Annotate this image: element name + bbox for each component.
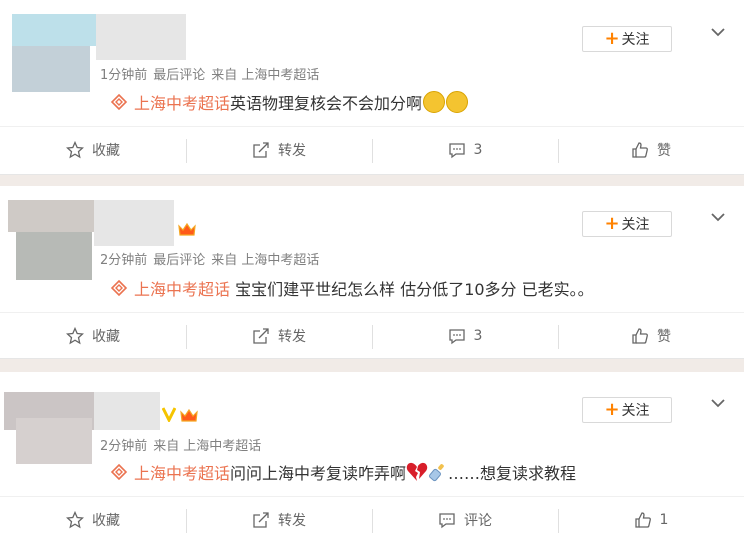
avatar[interactable] (8, 200, 96, 232)
last-comment-label: 最后评论 (153, 253, 206, 268)
post-text: 上海中考超话 英语物理复核会不会加分啊 (110, 90, 469, 114)
follow-button[interactable]: + 关注 (582, 26, 672, 52)
post-card: + 关注 1分钟前 最后评论 来自 上海中考超话 上海中考超话 英语物理复核会不会加分… (0, 0, 744, 175)
plus-icon: + (604, 399, 620, 420)
comment-button[interactable]: 3 (372, 127, 558, 173)
crying-face-icon (423, 91, 446, 113)
star-icon (66, 141, 84, 159)
post-source[interactable]: 上海中考超话 (183, 439, 261, 454)
topic-link[interactable]: 上海中考超话 (110, 276, 230, 300)
chevron-down-icon[interactable] (710, 24, 726, 40)
topic-link[interactable]: 上海中考超话 (110, 460, 230, 484)
like-button[interactable]: 赞 (558, 313, 744, 359)
vip-crown-icon[interactable] (178, 222, 196, 242)
action-bar: 收藏 转发 3 赞 (0, 126, 744, 173)
thumbs-up-icon (632, 142, 648, 158)
star-icon (66, 511, 84, 529)
post-card: + 关注 2分钟前 来自 上海中考超话 上海中考超话 问问上海中考复读咋弄啊 ……想… (0, 372, 744, 550)
repost-button[interactable]: 转发 (186, 127, 372, 173)
last-comment-label: 最后评论 (153, 68, 206, 83)
post-meta: 2分钟前 来自 上海中考超话 (100, 439, 262, 454)
thumbs-up-icon (632, 328, 648, 344)
repost-button[interactable]: 转发 (186, 313, 372, 359)
post-card: + 关注 2分钟前 最后评论 来自 上海中考超话 上海中考超话 宝宝们建平世纪怎么样 … (0, 186, 744, 359)
chevron-down-icon[interactable] (710, 395, 726, 411)
favorite-button[interactable]: 收藏 (0, 313, 186, 359)
thumbs-up-icon (634, 512, 651, 528)
username[interactable] (94, 200, 174, 246)
like-button[interactable]: 1 (558, 497, 744, 543)
repost-icon (253, 328, 269, 344)
post-text: 上海中考超话 宝宝们建平世纪怎么样 估分低了10多分 已老实。。 (110, 276, 594, 300)
username[interactable] (94, 392, 160, 430)
post-meta: 2分钟前 最后评论 来自 上海中考超话 (100, 253, 320, 268)
avatar[interactable] (16, 418, 92, 464)
vip-crown-icon[interactable] (180, 408, 198, 428)
action-bar: 收藏 转发 评论 1 (0, 496, 744, 543)
star-icon (66, 327, 84, 345)
avatar[interactable] (16, 232, 92, 280)
avatar[interactable] (12, 46, 90, 92)
post-time[interactable]: 2分钟前 (100, 253, 147, 268)
broken-heart-icon (406, 462, 428, 481)
crying-face-icon (446, 91, 469, 113)
post-source[interactable]: 上海中考超话 (241, 68, 319, 83)
plus-icon: + (604, 28, 620, 49)
follow-button[interactable]: + 关注 (582, 211, 672, 237)
post-time[interactable]: 2分钟前 (100, 439, 147, 454)
comment-button[interactable]: 评论 (372, 497, 558, 543)
verified-v-icon[interactable] (161, 406, 177, 426)
post-source[interactable]: 上海中考超话 (241, 253, 319, 268)
username[interactable] (96, 14, 186, 60)
super-topic-icon (110, 279, 128, 297)
comment-icon (439, 513, 455, 529)
plus-icon: + (604, 213, 620, 234)
comment-icon (448, 143, 465, 159)
favorite-button[interactable]: 收藏 (0, 497, 186, 543)
repost-icon (253, 512, 269, 528)
baby-bottle-icon (429, 464, 444, 482)
repost-icon (253, 142, 269, 158)
super-topic-icon (110, 463, 128, 481)
comment-button[interactable]: 3 (372, 313, 558, 359)
topic-link[interactable]: 上海中考超话 (110, 90, 230, 114)
action-bar: 收藏 转发 3 赞 (0, 312, 744, 359)
post-time[interactable]: 1分钟前 (100, 68, 147, 83)
favorite-button[interactable]: 收藏 (0, 127, 186, 173)
super-topic-icon (110, 93, 128, 111)
comment-icon (448, 329, 465, 345)
post-text: 上海中考超话 问问上海中考复读咋弄啊 ……想复读求教程 (110, 460, 576, 484)
repost-button[interactable]: 转发 (186, 497, 372, 543)
avatar[interactable] (12, 14, 96, 46)
like-button[interactable]: 赞 (558, 127, 744, 173)
chevron-down-icon[interactable] (710, 209, 726, 225)
post-meta: 1分钟前 最后评论 来自 上海中考超话 (100, 68, 320, 83)
follow-button[interactable]: + 关注 (582, 397, 672, 423)
